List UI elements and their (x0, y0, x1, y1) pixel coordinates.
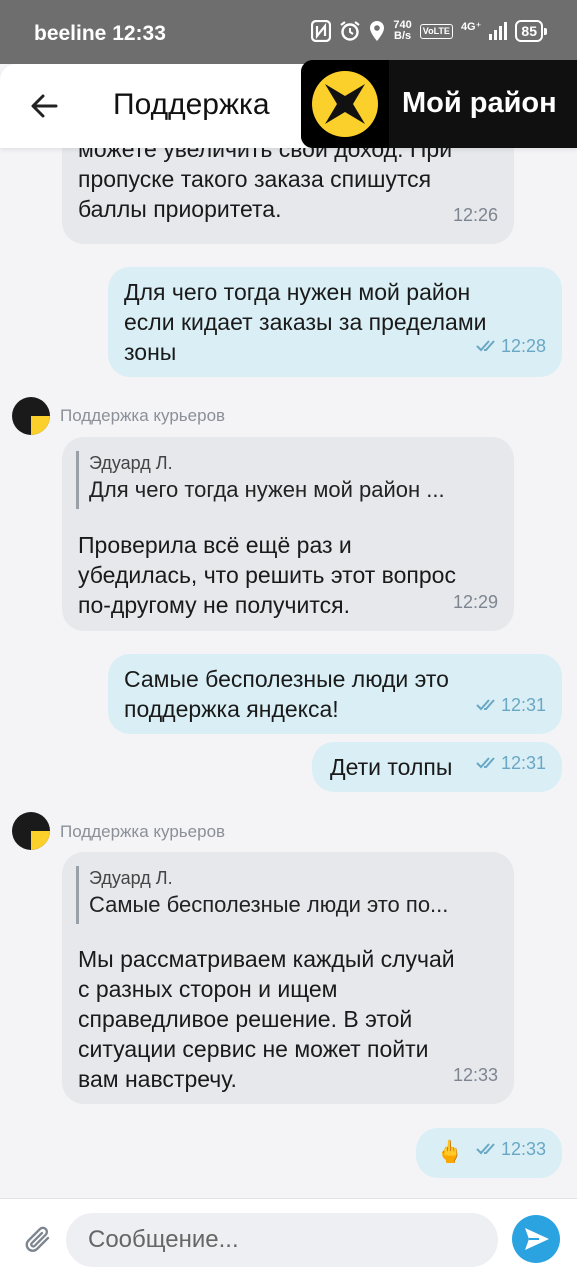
message-time: 12:26 (452, 205, 498, 225)
reply-quote[interactable]: Эдуард Л. Самые бесполезные люди это по.… (76, 866, 448, 924)
message-time: 12:28 (476, 331, 546, 361)
yandex-logo-icon (312, 71, 378, 137)
nfc-icon (311, 20, 332, 42)
paperclip-icon[interactable] (22, 1223, 56, 1257)
message-text: Проверила всё ещё раз и убедилась, что р… (78, 532, 456, 618)
message-text: Дети толпы (330, 754, 453, 780)
quote-author: Эдуард Л. (89, 868, 173, 888)
message-bubble-incoming[interactable]: Эдуард Л. Для чего тогда нужен мой район… (62, 437, 514, 631)
logo-container (301, 60, 389, 148)
message-input[interactable] (66, 1213, 498, 1267)
sender-name: Поддержка курьеров (60, 822, 226, 841)
message-text: Мы рассматриваем каждый случай с разных … (78, 946, 455, 1092)
volte-badge: VoLTE (419, 23, 453, 39)
message-emoji: 🖕 (436, 1139, 464, 1164)
status-bar: beeline 12:33 740 B/s VoLTE 4G⁺ 85 (0, 0, 577, 64)
quote-text: Для чего тогда нужен мой район ... (89, 477, 445, 502)
send-icon (525, 1228, 549, 1250)
double-check-icon (476, 1143, 495, 1155)
banner-label: Мой район (402, 87, 557, 119)
double-check-icon (476, 757, 495, 769)
carrier-time: beeline 12:33 (34, 22, 166, 45)
message-time: 12:29 (452, 592, 498, 612)
message-bubble-outgoing[interactable]: Дети толпы 12:31 (312, 742, 562, 792)
page-title: Поддержка (113, 88, 270, 121)
location-icon (370, 21, 385, 41)
message-text: можете увеличить свой доход. При пропуск… (78, 148, 453, 222)
message-composer (0, 1198, 577, 1280)
battery-icon: 85 (515, 20, 547, 42)
arrow-left-icon[interactable] (26, 88, 62, 124)
message-bubble-outgoing[interactable]: Самые бесполезные люди это поддержка янд… (108, 654, 562, 734)
network-speed: 740 B/s (393, 19, 412, 42)
message-bubble-incoming[interactable]: Эдуард Л. Самые бесполезные люди это по.… (62, 852, 514, 1104)
avatar[interactable] (12, 397, 50, 435)
message-text: Для чего тогда нужен мой район если кида… (124, 279, 487, 365)
message-time: 12:33 (476, 1134, 546, 1164)
reply-quote[interactable]: Эдуард Л. Для чего тогда нужен мой район… (76, 451, 445, 509)
send-button[interactable] (512, 1215, 560, 1263)
avatar[interactable] (12, 812, 50, 850)
signal-icon (489, 22, 508, 40)
message-text: Самые бесполезные люди это поддержка янд… (124, 666, 449, 722)
status-icons: 740 B/s VoLTE 4G⁺ 85 (311, 19, 547, 42)
sender-name: Поддержка курьеров (60, 406, 226, 425)
double-check-icon (476, 340, 495, 352)
support-avatar-icon (12, 397, 50, 435)
network-type: 4G⁺ (460, 21, 482, 33)
message-bubble-incoming[interactable]: можете увеличить свой доход. При пропуск… (62, 148, 514, 244)
message-time: 12:31 (476, 690, 546, 720)
message-time: 12:31 (476, 748, 546, 778)
message-time: 12:33 (452, 1065, 498, 1085)
message-bubble-outgoing[interactable]: Для чего тогда нужен мой район если кида… (108, 267, 562, 377)
my-district-banner[interactable]: Мой район (301, 60, 577, 148)
chat-area[interactable]: можете увеличить свой доход. При пропуск… (0, 148, 577, 1198)
quote-text: Самые бесполезные люди это по... (89, 892, 449, 917)
double-check-icon (476, 699, 495, 711)
quote-author: Эдуард Л. (89, 453, 173, 473)
message-bubble-outgoing[interactable]: 🖕 12:33 (416, 1128, 562, 1178)
support-avatar-icon (12, 812, 50, 850)
alarm-icon (340, 21, 361, 41)
